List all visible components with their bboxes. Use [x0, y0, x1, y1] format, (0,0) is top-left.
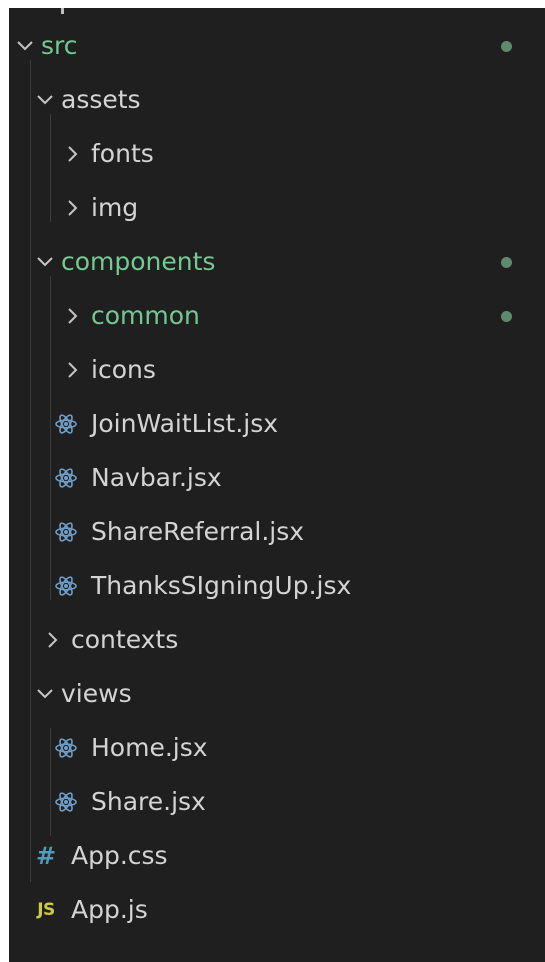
js-icon: JS	[37, 900, 55, 920]
chevron-down-icon[interactable]	[33, 667, 57, 721]
tree-item-label: contexts	[71, 625, 179, 654]
chevron-down-icon[interactable]	[33, 73, 57, 127]
react-icon	[53, 775, 79, 829]
chevron-right-icon[interactable]	[61, 343, 85, 397]
chevron-right-icon[interactable]	[61, 127, 85, 181]
tree-item-views[interactable]: views	[9, 667, 545, 721]
tree-item-app-js[interactable]: JS App.js	[9, 883, 545, 937]
tree-item-label: Share.jsx	[91, 787, 206, 816]
tree-item-share-jsx[interactable]: Share.jsx	[9, 775, 545, 829]
tree-item-navbar-jsx[interactable]: Navbar.jsx	[9, 451, 545, 505]
chevron-down-icon[interactable]	[33, 235, 57, 289]
tree-item-label: img	[91, 193, 139, 222]
tree-item-joinwaitlist-jsx[interactable]: JoinWaitList.jsx	[9, 397, 545, 451]
react-icon	[53, 451, 79, 505]
tree-item-label: components	[61, 247, 216, 276]
tree-item-label: fonts	[91, 139, 154, 168]
chevron-right-icon[interactable]	[61, 181, 85, 235]
scroll-edge-indicator	[61, 8, 64, 14]
tree-item-label: App.css	[71, 841, 168, 870]
react-icon	[53, 397, 79, 451]
tree-item-label: Home.jsx	[91, 733, 208, 762]
react-icon	[53, 559, 79, 613]
tree-item-thankssigningup-jsx[interactable]: ThanksSIgningUp.jsx	[9, 559, 545, 613]
tree-item-label: src	[41, 31, 78, 60]
modified-dot	[501, 41, 512, 52]
react-icon	[53, 505, 79, 559]
tree-item-label: Navbar.jsx	[91, 463, 222, 492]
chevron-right-icon[interactable]	[61, 289, 85, 343]
tree-item-label: ShareReferral.jsx	[91, 517, 305, 546]
chevron-down-icon[interactable]	[13, 19, 37, 73]
tree-item-app-css[interactable]: # App.css	[9, 829, 545, 883]
css-icon: #	[35, 842, 57, 870]
tree-item-components[interactable]: components	[9, 235, 545, 289]
tree-item-fonts[interactable]: fonts	[9, 127, 545, 181]
chevron-right-icon[interactable]	[41, 613, 65, 667]
tree-item-label: App.js	[71, 895, 148, 924]
tree-item-label: common	[91, 301, 200, 330]
file-explorer: src assets fonts img components common i…	[9, 8, 545, 962]
tree-item-common[interactable]: common	[9, 289, 545, 343]
tree-item-label: JoinWaitList.jsx	[91, 409, 279, 438]
tree-item-contexts[interactable]: contexts	[9, 613, 545, 667]
tree-item-label: ThanksSIgningUp.jsx	[91, 571, 352, 600]
tree-item-label: icons	[91, 355, 156, 384]
tree-item-label: assets	[61, 85, 141, 114]
tree-item-img[interactable]: img	[9, 181, 545, 235]
tree-item-assets[interactable]: assets	[9, 73, 545, 127]
tree-item-home-jsx[interactable]: Home.jsx	[9, 721, 545, 775]
modified-dot	[501, 257, 512, 268]
modified-dot	[501, 311, 512, 322]
tree-item-icons[interactable]: icons	[9, 343, 545, 397]
react-icon	[53, 721, 79, 775]
tree-item-src[interactable]: src	[9, 19, 545, 73]
tree-item-label: views	[61, 679, 132, 708]
tree-item-sharereferral-jsx[interactable]: ShareReferral.jsx	[9, 505, 545, 559]
